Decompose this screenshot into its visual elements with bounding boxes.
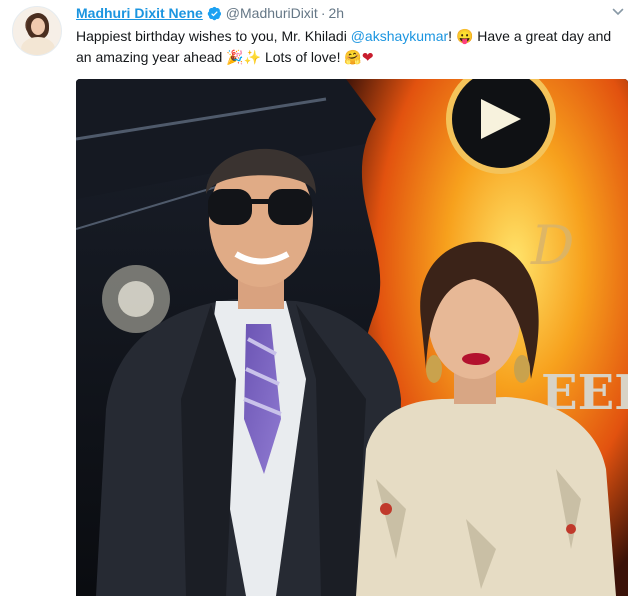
display-name-link[interactable]: Madhuri Dixit Nene xyxy=(76,5,203,21)
svg-text:D: D xyxy=(530,214,574,277)
avatar[interactable] xyxy=(12,6,62,56)
verified-badge-icon xyxy=(207,6,221,20)
tongue-emoji: 😛 xyxy=(455,28,474,44)
handle-link[interactable]: @MadhuriDixit xyxy=(226,5,318,21)
mention-link[interactable]: @akshaykumar xyxy=(351,28,448,44)
timestamp-link[interactable]: 2h xyxy=(328,5,344,21)
chevron-down-icon[interactable] xyxy=(612,6,624,18)
photo-illustration: D EEI xyxy=(76,79,628,596)
heart-emoji: ❤ xyxy=(361,49,374,65)
tweet-text: Happiest birthday wishes to you, Mr. Khi… xyxy=(76,26,628,68)
party-emoji: 🎉 xyxy=(226,49,244,65)
tweet-photo[interactable]: D EEI xyxy=(76,79,628,596)
sparkles-emoji: ✨ xyxy=(243,49,262,65)
separator: · xyxy=(320,5,326,21)
hug-emoji: 🤗 xyxy=(344,49,362,65)
tweet-header: Madhuri Dixit Nene @MadhuriDixit · 2h xyxy=(76,4,344,22)
tweet[interactable]: Madhuri Dixit Nene @MadhuriDixit · 2h Ha… xyxy=(0,0,636,596)
